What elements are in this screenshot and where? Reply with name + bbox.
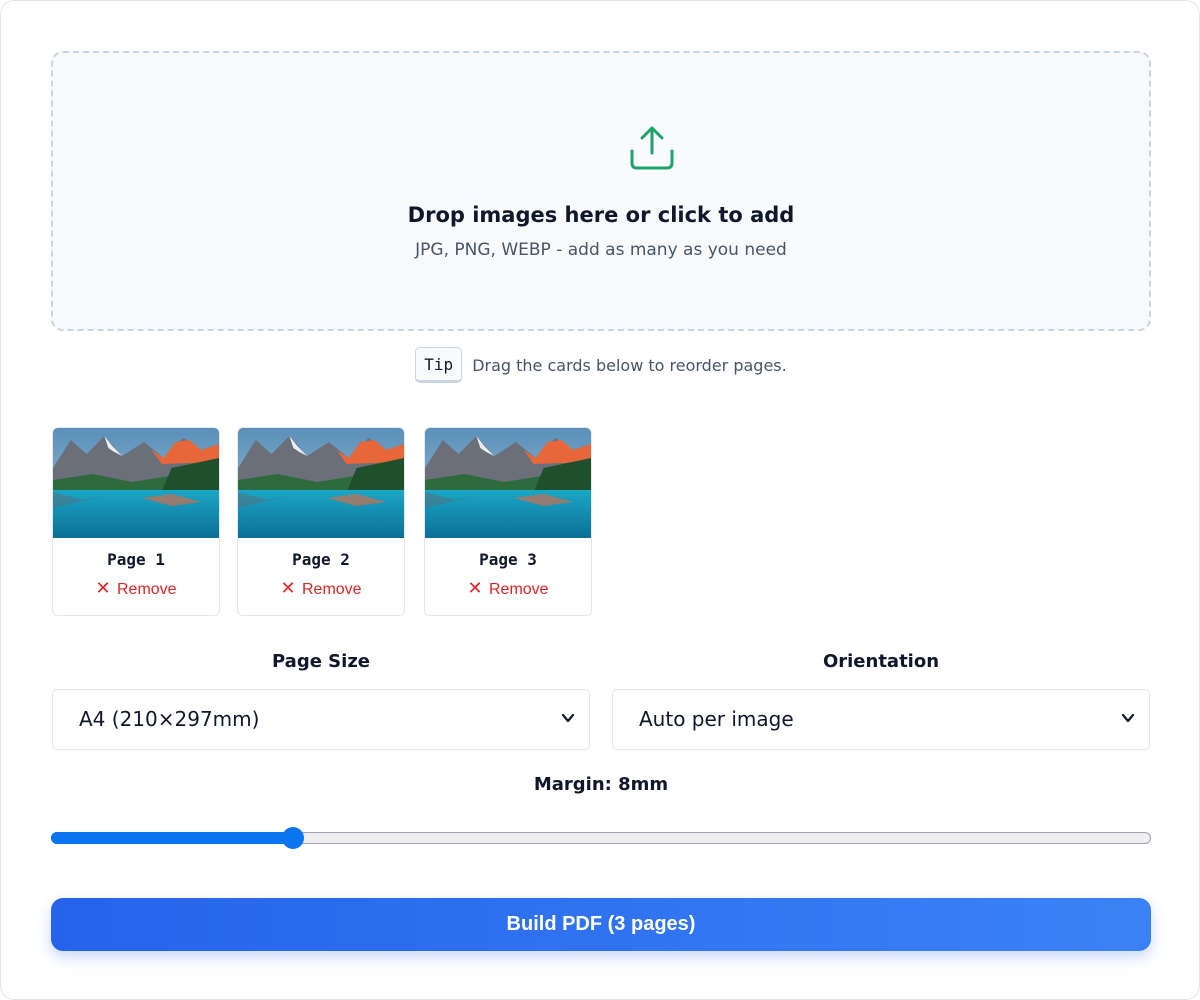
orientation-select[interactable]: Auto per image: [612, 689, 1150, 750]
build-pdf-button[interactable]: Build PDF (3 pages): [51, 898, 1151, 951]
remove-button[interactable]: ✕ Remove: [53, 578, 219, 599]
close-icon: ✕: [467, 578, 483, 598]
app-panel: Drop images here or click to add JPG, PN…: [0, 0, 1200, 1000]
page-size-value: A4 (210×297mm): [79, 707, 260, 731]
dropzone-subtitle: JPG, PNG, WEBP - add as many as you need: [415, 240, 787, 260]
orientation-label: Orientation: [822, 651, 940, 672]
margin-slider-thumb[interactable]: [282, 827, 304, 849]
chevron-down-icon: [561, 713, 575, 723]
page-label: Page 2: [292, 550, 350, 569]
chevron-down-icon: [1121, 713, 1135, 723]
remove-label: Remove: [301, 581, 362, 598]
page-card[interactable]: Page 2 ✕ Remove: [237, 427, 405, 616]
margin-label: Margin: 8mm: [533, 774, 669, 795]
page-size-select[interactable]: A4 (210×297mm): [52, 689, 590, 750]
remove-button[interactable]: ✕ Remove: [238, 578, 404, 599]
page-thumbnail: [238, 428, 404, 538]
margin-slider-fill: [51, 832, 293, 844]
upload-icon: [630, 126, 674, 170]
remove-button[interactable]: ✕ Remove: [425, 578, 591, 599]
page-label: Page 3: [479, 550, 537, 569]
page-thumbnail: [53, 428, 219, 538]
page-thumbnail: [425, 428, 591, 538]
remove-label: Remove: [116, 581, 177, 598]
page-card[interactable]: Page 3 ✕ Remove: [424, 427, 592, 616]
page-size-label: Page Size: [271, 651, 371, 672]
dropzone-title: Drop images here or click to add: [407, 203, 795, 227]
orientation-value: Auto per image: [639, 707, 794, 731]
close-icon: ✕: [280, 578, 296, 598]
page-label: Page 1: [107, 550, 165, 569]
tip-row: Tip Drag the cards below to reorder page…: [1, 347, 1200, 383]
tip-badge: Tip: [415, 347, 463, 383]
close-icon: ✕: [95, 578, 111, 598]
remove-label: Remove: [488, 581, 549, 598]
page-card[interactable]: Page 1 ✕ Remove: [52, 427, 220, 616]
image-dropzone[interactable]: Drop images here or click to add JPG, PN…: [51, 51, 1151, 331]
tip-text: Drag the cards below to reorder pages.: [472, 355, 787, 375]
